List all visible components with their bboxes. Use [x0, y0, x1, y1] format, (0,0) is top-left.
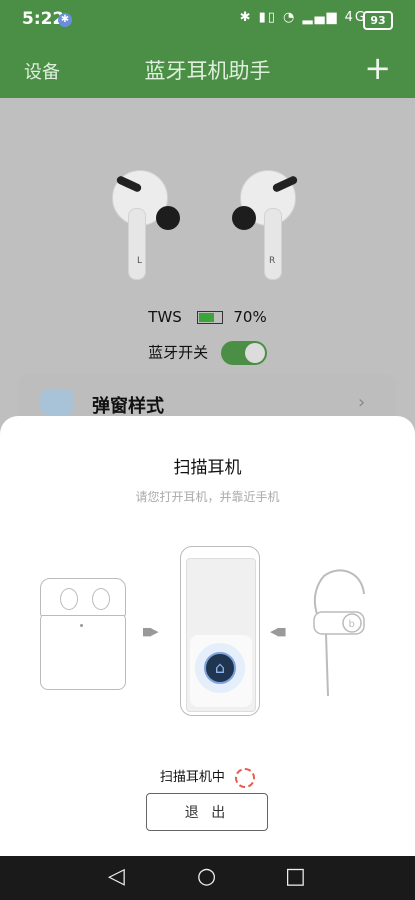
arrow-left-icon: ◀▮▮ [270, 625, 287, 638]
battery-level-badge: 93 [363, 11, 393, 30]
scanning-text: 扫描耳机中 [159, 770, 225, 785]
battery-fill [198, 313, 214, 322]
bluetooth-switch-row: 蓝牙开关 [0, 341, 415, 365]
battery-percent: 70% [233, 308, 267, 326]
right-earbud-speaker [232, 206, 256, 230]
charging-case-body [40, 612, 126, 690]
case-earbud-right [92, 588, 110, 610]
svg-text:b: b [349, 619, 355, 630]
bluetooth-switch-label: 蓝牙开关 [148, 343, 209, 362]
charging-case-lid [40, 578, 126, 616]
toggle-knob [244, 343, 265, 363]
scanning-status: 扫描耳机中 [0, 766, 415, 788]
status-icons: ✱ ▮▯ ◔ ▂▄▆ 4G [239, 10, 367, 25]
sport-earphone-illustration: b [313, 569, 365, 697]
device-status-row: TWS 70% [0, 308, 415, 326]
popup-style-label: 弹窗样式 [92, 396, 164, 417]
left-earbud-speaker [156, 206, 180, 230]
scan-icon: ⌂ [204, 652, 236, 684]
earphone-cable [325, 633, 329, 697]
case-led [80, 624, 83, 627]
app-header: 设备 蓝牙耳机助手 + [0, 40, 415, 98]
popup-style-icon [40, 389, 74, 415]
right-earbud-stem [264, 208, 282, 280]
left-earbud-letter: L [137, 256, 143, 266]
arrow-right-icon: ▮▮▶ [142, 625, 159, 638]
bluetooth-toggle[interactable] [220, 341, 267, 365]
sheet-title: 扫描耳机 [173, 458, 242, 478]
back-icon[interactable]: ◁ [108, 864, 125, 889]
device-name: TWS [148, 308, 182, 326]
exit-button[interactable]: 退 出 [146, 793, 268, 831]
left-earbud-stem [128, 208, 146, 280]
recents-icon[interactable]: □ [285, 864, 306, 889]
case-earbud-left [60, 588, 78, 610]
add-icon[interactable]: + [364, 48, 391, 88]
battery-icon [196, 311, 223, 324]
right-earbud-letter: R [269, 256, 276, 266]
home-icon[interactable]: ○ [197, 864, 216, 889]
chevron-right-icon: › [358, 392, 366, 413]
page-title: 蓝牙耳机助手 [144, 59, 271, 83]
sheet-subtitle: 请您打开耳机，并靠近手机 [135, 490, 280, 504]
bluetooth-status-icon: ✱ [58, 13, 72, 27]
loading-spinner-icon [235, 767, 256, 788]
